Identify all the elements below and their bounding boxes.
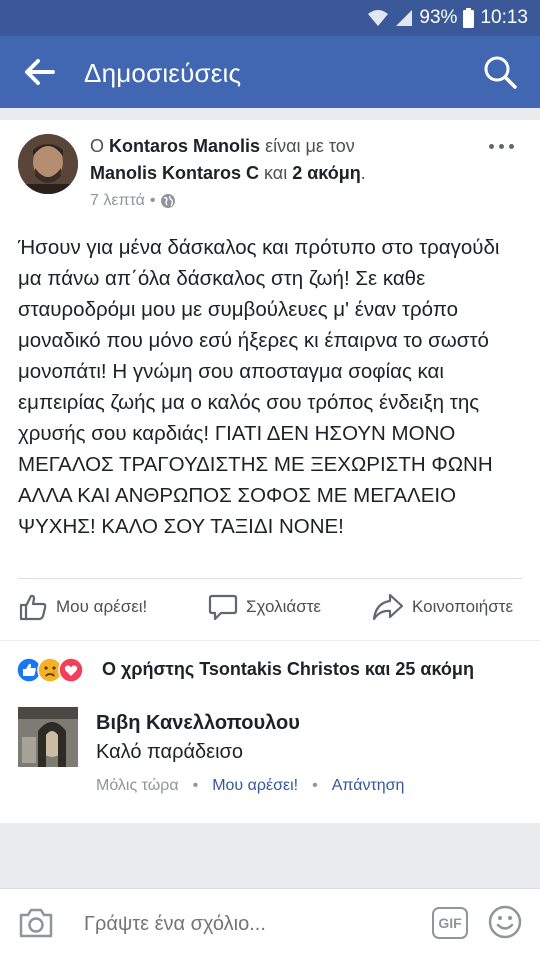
commenter-name[interactable]: Βιβη Κανελλοπουλου xyxy=(96,712,300,735)
thumbs-up-icon xyxy=(19,594,47,621)
divider xyxy=(18,578,522,579)
comment-label: Σχολιάστε xyxy=(246,597,321,616)
period: . xyxy=(360,163,366,183)
battery-percent: 93% xyxy=(419,7,458,28)
back-arrow-icon xyxy=(25,59,55,85)
author-avatar[interactable] xyxy=(18,134,78,194)
clock: 10:13 xyxy=(480,7,528,28)
and-text: και xyxy=(264,163,288,183)
emoji-button[interactable] xyxy=(488,905,522,939)
others-link[interactable]: 2 ακόμη xyxy=(292,163,361,183)
comment-text: Καλό παράδεισο xyxy=(96,741,244,763)
comment-like-link[interactable]: Μου αρέσει! xyxy=(212,777,298,795)
status-indicators: 93% 10:13 xyxy=(367,7,528,29)
search-icon xyxy=(484,56,517,89)
gif-button[interactable]: GIF xyxy=(432,907,468,939)
post-header-line2: Manolis Kontaros C και 2 ακόμη. xyxy=(90,163,366,184)
more-options-button[interactable] xyxy=(489,144,514,149)
meta-separator: • xyxy=(192,777,199,794)
search-button[interactable] xyxy=(482,54,518,90)
camera-button[interactable] xyxy=(18,907,54,939)
share-arrow-icon xyxy=(372,593,404,621)
commenter-photo xyxy=(18,707,78,767)
post-card: Ο Kontaros Manolis είναι με τον Manolis … xyxy=(0,120,540,640)
comment-time: Μόλις τώρα xyxy=(96,777,179,794)
avatar-photo xyxy=(18,134,78,194)
post-time[interactable]: 7 λεπτά xyxy=(90,192,145,210)
page-title: Δημοσιεύσεις xyxy=(84,58,242,88)
comment-composer: GIF xyxy=(0,888,540,960)
more-dot-icon xyxy=(489,144,494,149)
status-bar: 93% 10:13 xyxy=(0,0,540,36)
share-button[interactable]: Κοινοποιήστε xyxy=(372,592,513,622)
like-button[interactable]: Μου αρέσει! xyxy=(18,592,147,622)
more-dot-icon xyxy=(499,144,504,149)
battery-icon xyxy=(463,8,475,28)
speech-bubble-icon xyxy=(208,594,238,621)
reactions-summary[interactable]: Ο χρήστης Tsontakis Christos και 25 ακόμ… xyxy=(0,641,540,697)
comment-button[interactable]: Σχολιάστε xyxy=(208,592,321,622)
author-name[interactable]: Kontaros Manolis xyxy=(109,136,260,156)
comment-input[interactable] xyxy=(84,913,404,936)
with-text: είναι με τον xyxy=(265,136,355,156)
tagged-name[interactable]: Manolis Kontaros C xyxy=(90,163,259,183)
comment-meta: Μόλις τώρα • Μου αρέσει! • Απάντηση xyxy=(96,777,404,795)
commenter-avatar[interactable] xyxy=(18,707,78,767)
like-label: Μου αρέσει! xyxy=(56,597,148,616)
meta-separator: • xyxy=(312,777,318,794)
post-actions: Μου αρέσει! Σχολιάστε Κοινοποιήστε xyxy=(0,588,540,632)
globe-icon xyxy=(161,194,176,208)
wifi-icon xyxy=(367,9,389,27)
app-bar: Δημοσιεύσεις xyxy=(0,36,540,108)
smiley-icon xyxy=(488,905,522,939)
post-header-line1: Ο Kontaros Manolis είναι με τον xyxy=(90,136,355,157)
reactions-text: Ο χρήστης Tsontakis Christos και 25 ακόμ… xyxy=(102,659,474,679)
camera-icon xyxy=(19,908,53,938)
reaction-icons xyxy=(16,657,84,683)
prefix-text: Ο xyxy=(90,136,105,156)
comment-item: Βιβη Κανελλοπουλου Καλό παράδεισο Μόλις … xyxy=(0,697,540,823)
signal-icon xyxy=(395,9,413,27)
post-body: Ήσουν για μένα δάσκαλος και πρότυπο στο … xyxy=(18,236,500,538)
post-meta: 7 λεπτά • xyxy=(90,192,176,210)
share-label: Κοινοποιήστε xyxy=(412,597,514,616)
love-icon xyxy=(58,657,84,683)
more-dot-icon xyxy=(509,144,514,149)
meta-separator: • xyxy=(149,192,156,209)
back-button[interactable] xyxy=(24,58,56,86)
comment-reply-link[interactable]: Απάντηση xyxy=(332,777,405,795)
